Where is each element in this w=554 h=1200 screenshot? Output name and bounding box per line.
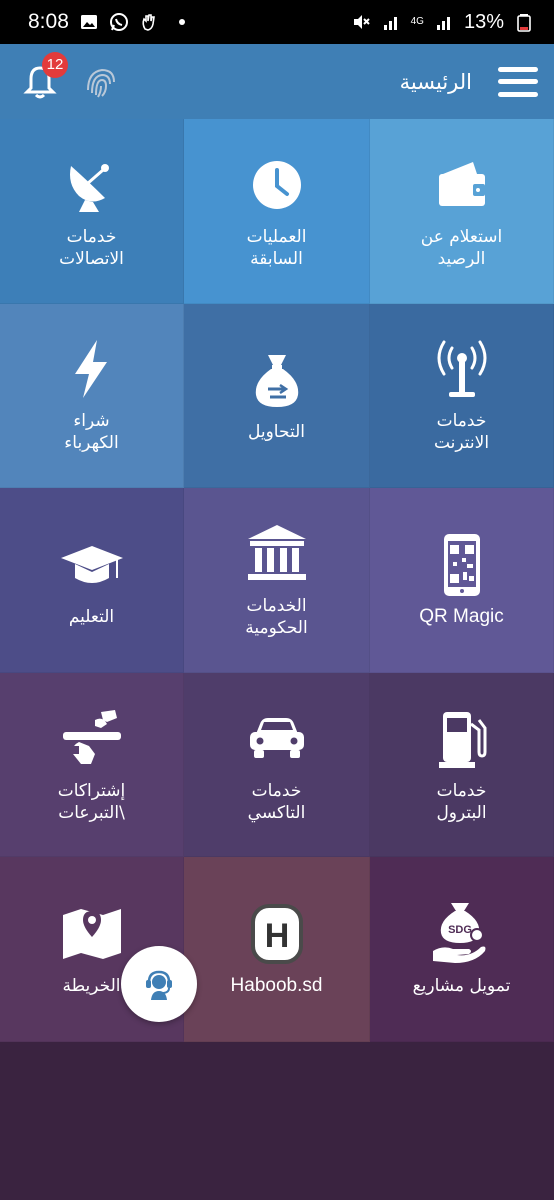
tile-label: خدمات الانترنت — [433, 411, 490, 454]
tile-label: خدمات الاتصالات — [59, 226, 124, 269]
headset-agent-icon — [146, 970, 172, 1000]
status-time: 8:08 — [28, 10, 69, 33]
tile-label: Haboob.sd — [230, 975, 323, 997]
status-bar: 8:08 4G 13% — [0, 0, 554, 44]
tile-label: خدمات البترول — [436, 780, 487, 823]
tile-petrol-services[interactable]: خدمات البترول — [370, 672, 554, 858]
government-building-icon — [247, 524, 306, 580]
lightning-icon — [74, 340, 107, 399]
tile-buy-electricity[interactable]: شراء الكهرباء — [0, 303, 184, 489]
tile-label: تمويل مشاريع — [412, 976, 511, 997]
tile-label: الخريطة — [62, 976, 121, 997]
notification-badge: 12 — [42, 51, 68, 78]
tile-transfers[interactable]: التحاويل — [184, 303, 370, 489]
antenna-icon — [437, 340, 486, 398]
battery-percent: 13% — [463, 10, 504, 33]
satellite-dish-icon — [69, 163, 109, 212]
signal-icon-2 — [436, 17, 450, 30]
sdg-text: SDG — [448, 924, 472, 936]
tile-telecom-services[interactable]: خدمات الاتصالات — [0, 119, 184, 304]
clock-icon — [252, 160, 301, 209]
map-icon — [62, 909, 121, 960]
tile-previous-transactions[interactable]: العمليات السابقة — [184, 119, 370, 304]
tile-label: التحاويل — [247, 422, 305, 443]
donation-hand-icon — [62, 709, 121, 764]
notification-dot — [178, 19, 185, 25]
tile-internet-services[interactable]: خدمات الانترنت — [370, 303, 554, 489]
services-grid: خدمات الاتصالات العمليات السابقة استعلام… — [0, 119, 554, 1042]
tile-label: خدمات التاكسي — [247, 780, 306, 823]
tile-label: التعليم — [68, 606, 115, 627]
tile-label: QR Magic — [419, 605, 504, 627]
whatsapp-icon — [109, 13, 128, 31]
status-bar-right: 4G 13% — [351, 11, 534, 34]
tile-education[interactable]: التعليم — [0, 488, 184, 673]
tile-haboob[interactable]: H Haboob.sd — [184, 857, 370, 1042]
bottom-background — [0, 1042, 554, 1200]
signal-icon — [383, 17, 397, 30]
tile-label: شراء الكهرباء — [64, 411, 119, 454]
gallery-icon — [80, 15, 97, 29]
money-bag-icon — [255, 355, 298, 408]
mute-icon — [353, 15, 370, 29]
menu-icon-line — [498, 66, 538, 72]
tile-donation-subscriptions[interactable]: إشتراكات التبرعات\ — [0, 672, 184, 858]
app-bar-title-group: الرئيسية — [399, 66, 538, 97]
menu-icon-line — [498, 79, 538, 84]
tile-taxi-services[interactable]: خدمات التاكسي — [184, 672, 370, 858]
menu-button[interactable] — [498, 66, 538, 97]
haboob-h-glyph: H — [264, 917, 289, 955]
menu-icon-line — [498, 91, 538, 97]
car-icon — [249, 717, 304, 758]
app-bar-actions: 12 — [20, 51, 120, 102]
tile-qr-magic[interactable]: QR Magic — [370, 488, 554, 673]
support-chat-button[interactable] — [121, 946, 197, 1022]
tile-balance-inquiry[interactable]: استعلام عن الرصيد — [370, 119, 554, 304]
tile-label: استعلام عن الرصيد — [420, 226, 503, 269]
hand-wave-icon — [142, 14, 155, 31]
qr-phone-icon — [443, 533, 480, 596]
fuel-pump-icon — [438, 711, 486, 768]
network-type: 4G — [410, 16, 424, 27]
tile-label: إشتراكات التبرعات\ — [57, 780, 126, 823]
tile-government-services[interactable]: الخدمات الحكومية — [184, 488, 370, 673]
page-title: الرئيسية — [399, 69, 472, 94]
tile-project-funding[interactable]: SDG تمويل مشاريع — [370, 857, 554, 1042]
haboob-h-icon: H — [250, 904, 303, 965]
graduation-cap-icon — [60, 545, 123, 583]
tile-label: العمليات السابقة — [246, 226, 307, 269]
fingerprint-icon[interactable] — [80, 62, 120, 102]
app-bar: 12 الرئيسية — [0, 44, 554, 119]
tile-label: الخدمات الحكومية — [245, 595, 308, 638]
notifications-button[interactable]: 12 — [20, 51, 68, 102]
wallet-icon — [438, 161, 485, 206]
status-bar-left: 8:08 — [28, 10, 185, 34]
battery-icon — [517, 14, 531, 32]
sdg-funding-icon: SDG — [432, 903, 485, 964]
